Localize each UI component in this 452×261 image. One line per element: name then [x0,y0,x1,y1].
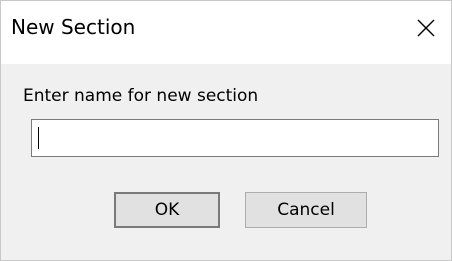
cancel-button[interactable]: Cancel [245,192,367,228]
close-button[interactable] [409,11,443,45]
dialog-body: Enter name for new section OK Cancel [1,64,451,260]
ok-button[interactable]: OK [114,192,220,228]
section-name-label: Enter name for new section [23,86,259,106]
close-icon [417,19,435,37]
new-section-dialog: New Section Enter name for new section O… [0,0,452,261]
text-caret [38,127,39,149]
title-bar[interactable]: New Section [1,1,451,64]
section-name-input[interactable] [31,119,439,157]
dialog-title: New Section [11,15,136,39]
